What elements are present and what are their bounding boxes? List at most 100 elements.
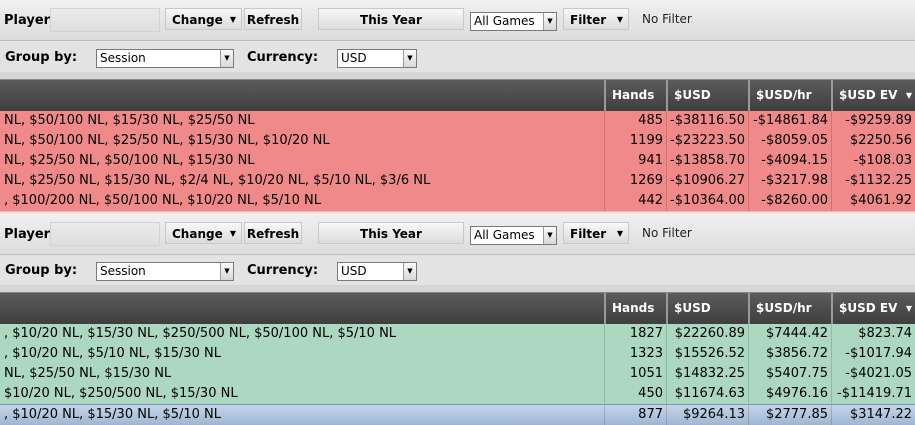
usd-ev-cell: -$4021.05 [831,364,915,384]
column-header-stakes[interactable] [0,80,604,111]
column-header-stakes[interactable] [0,293,604,324]
usd-cell: -$13858.70 [666,151,748,171]
usd-cell: $11674.63 [666,384,748,404]
usd-cell: -$38116.50 [666,111,748,131]
currency-value: USD [341,264,367,278]
chevron-down-icon[interactable]: ▼ [403,50,416,67]
usd-hr-cell: -$3217.98 [748,171,831,191]
change-button[interactable]: Change ▼ [165,222,242,244]
hands-cell: 1199 [604,131,666,151]
usd-hr-cell: -$4094.15 [748,151,831,171]
sort-descending-icon: ▼ [905,91,912,100]
currency-select[interactable]: USD ▼ [337,49,417,68]
period-button[interactable]: This Year [318,222,464,244]
hands-cell: 450 [604,384,666,404]
usd-ev-cell: -$9259.89 [831,111,915,131]
column-header-usd-ev[interactable]: $USD EV ▼ [831,293,915,324]
change-button[interactable]: Change ▼ [165,8,242,30]
stakes-cell: NL, $25/50 NL, $50/100 NL, $15/30 NL [4,153,255,168]
table-row[interactable]: NL, $25/50 NL, $50/100 NL, $15/30 NL 941… [0,151,915,172]
column-header-usd[interactable]: $USD [666,293,748,324]
refresh-button[interactable]: Refresh [244,222,302,244]
usd-hr-cell: $7444.42 [748,324,831,344]
table-row[interactable]: , $10/20 NL, $5/10 NL, $15/30 NL 1323 $1… [0,344,915,365]
games-select-value: All Games [474,14,535,28]
usd-ev-cell: $4061.92 [831,191,915,211]
hands-cell: 1827 [604,324,666,344]
hands-cell: 1051 [604,364,666,384]
column-header-usd[interactable]: $USD [666,80,748,111]
usd-hr-cell: -$8059.05 [748,131,831,151]
currency-select[interactable]: USD ▼ [337,262,417,281]
chevron-down-icon[interactable]: ▼ [220,263,233,280]
games-select[interactable]: All Games ▼ [470,12,557,31]
stakes-cell: , $10/20 NL, $15/30 NL, $250/500 NL, $50… [4,326,397,341]
group-by-value: Session [100,264,146,278]
hands-cell: 485 [604,111,666,131]
chevron-down-icon[interactable]: ▼ [403,263,416,280]
column-header-usd-ev[interactable]: $USD EV ▼ [831,80,915,111]
period-button[interactable]: This Year [318,8,464,30]
usd-hr-cell: -$14861.84 [748,111,831,131]
chevron-down-icon[interactable]: ▼ [543,227,556,244]
usd-cell: $15526.52 [666,344,748,364]
table-row[interactable]: , $10/20 NL, $15/30 NL, $250/500 NL, $50… [0,324,915,345]
usd-ev-cell: -$1132.25 [831,171,915,191]
group-by-value: Session [100,51,146,65]
filter-button-label: Filter [570,227,607,241]
chevron-down-icon[interactable]: ▼ [543,13,556,30]
table-row[interactable]: NL, $25/50 NL, $15/30 NL 1051 $14832.25 … [0,364,915,385]
table-row[interactable]: NL, $50/100 NL, $15/30 NL, $25/50 NL 485… [0,111,915,132]
hands-cell: 442 [604,191,666,211]
column-header-usd-hr[interactable]: $USD/hr [748,293,831,324]
filter-button[interactable]: Filter ▼ [563,222,629,244]
column-header-hands[interactable]: Hands [604,293,666,324]
group-by-select[interactable]: Session ▼ [96,49,234,68]
stakes-cell: , $10/20 NL, $15/30 NL, $5/10 NL [4,407,222,422]
usd-hr-cell: $3856.72 [748,344,831,364]
usd-hr-cell: $4976.16 [748,384,831,404]
usd-hr-cell: -$8260.00 [748,191,831,211]
player-label: Player [4,13,51,28]
usd-ev-cell: $823.74 [831,324,915,344]
table-header: Hands $USD $USD/hr $USD EV ▼ [0,79,915,112]
player-name-field[interactable] [50,8,160,32]
group-by-label: Group by: [5,263,78,278]
hands-cell: 1269 [604,171,666,191]
hands-cell: 877 [604,405,666,425]
table-row[interactable]: NL, $25/50 NL, $15/30 NL, $2/4 NL, $10/2… [0,171,915,192]
stakes-cell: , $10/20 NL, $5/10 NL, $15/30 NL [4,346,222,361]
chevron-down-icon: ▼ [616,15,623,24]
usd-cell: -$10906.27 [666,171,748,191]
usd-ev-cell: -$11419.71 [831,384,915,404]
refresh-button[interactable]: Refresh [244,8,302,30]
column-header-hands[interactable]: Hands [604,80,666,111]
table-row[interactable]: NL, $50/100 NL, $25/50 NL, $15/30 NL, $1… [0,131,915,152]
usd-ev-cell: -$108.03 [831,151,915,171]
games-select-value: All Games [474,228,535,242]
player-name-field[interactable] [50,222,160,246]
stakes-cell: NL, $25/50 NL, $15/30 NL [4,366,172,381]
chevron-down-icon[interactable]: ▼ [220,50,233,67]
currency-value: USD [341,51,367,65]
table-row[interactable]: $10/20 NL, $250/500 NL, $15/30 NL 450 $1… [0,384,915,405]
games-select[interactable]: All Games ▼ [470,226,557,245]
column-header-usd-hr[interactable]: $USD/hr [748,80,831,111]
table-row-selected[interactable]: , $10/20 NL, $15/30 NL, $5/10 NL 877 $92… [0,404,915,425]
stakes-cell: NL, $50/100 NL, $25/50 NL, $15/30 NL, $1… [4,133,330,148]
stakes-cell: , $100/200 NL, $50/100 NL, $10/20 NL, $5… [4,193,321,208]
usd-hr-cell: $2777.85 [748,405,831,425]
filter-button[interactable]: Filter ▼ [563,8,629,30]
currency-label: Currency: [247,50,319,65]
usd-cell: -$23223.50 [666,131,748,151]
usd-ev-cell: $3147.22 [831,405,915,425]
chevron-down-icon: ▼ [616,229,623,238]
table-row[interactable]: , $100/200 NL, $50/100 NL, $10/20 NL, $5… [0,191,915,212]
usd-cell: $14832.25 [666,364,748,384]
currency-label: Currency: [247,263,319,278]
chevron-down-icon: ▼ [229,15,236,24]
toolbar-bottom: Player Change ▼ Refresh This Year All Ga… [0,214,915,255]
table-header: Hands $USD $USD/hr $USD EV ▼ [0,292,915,325]
group-by-select[interactable]: Session ▼ [96,262,234,281]
toolbar-top: Player Change ▼ Refresh This Year All Ga… [0,0,915,41]
